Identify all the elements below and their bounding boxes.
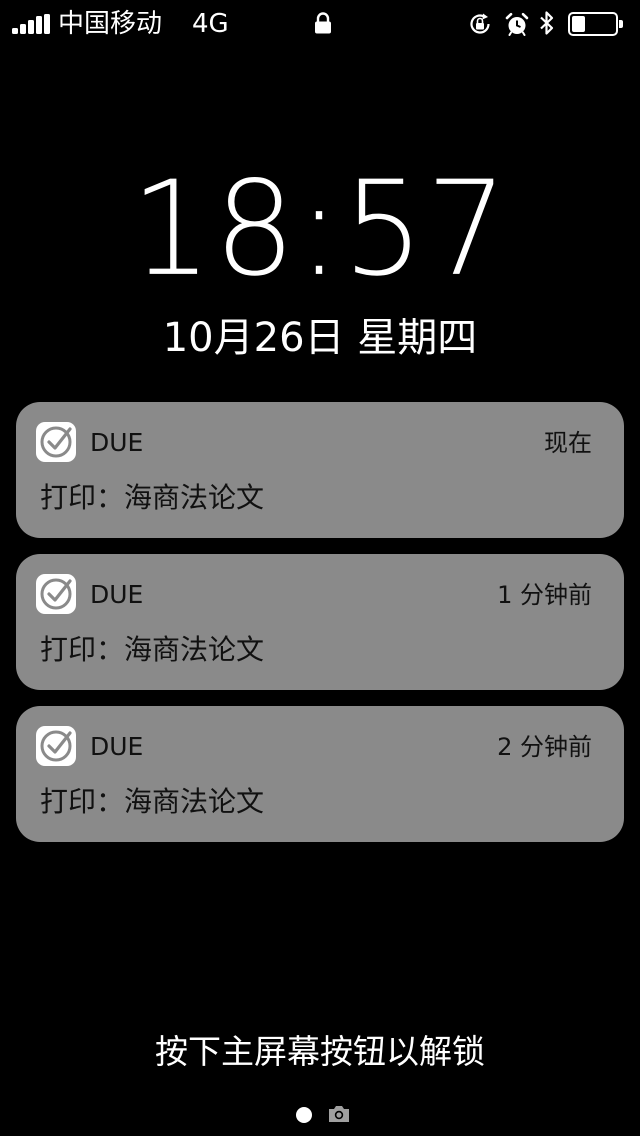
due-checkmark-icon [36,726,76,766]
rotation-lock-icon [470,13,490,34]
battery-icon [568,12,624,36]
notification-app-name: DUE [90,580,144,609]
due-checkmark-icon [36,574,76,614]
carrier-name: 中国移动 [58,9,163,39]
signal-strength-icon [12,14,52,34]
lock-screen-date: 10月26日 星期四 [162,315,478,361]
notification-card[interactable]: DUE 2 分钟前 打印：海商法论文 [16,706,624,842]
status-bar: 中国移动 4G [0,0,640,48]
alarm-icon [505,12,529,36]
bluetooth-icon [540,11,554,35]
notification-body: 打印：海商法论文 [40,633,265,666]
lock-icon [315,12,331,34]
camera-icon[interactable] [327,1104,351,1124]
notification-card[interactable]: DUE 现在 打印：海商法论文 [16,402,624,538]
unlock-hint: 按下主屏幕按钮以解锁 [155,1032,485,1071]
notification-body: 打印：海商法论文 [40,481,265,514]
due-checkmark-icon [36,422,76,462]
notification-time: 1 分钟前 [497,581,592,609]
notification-app-name: DUE [90,428,144,457]
notification-app-name: DUE [90,732,144,761]
network-type: 4G [192,9,229,39]
notification-time: 现在 [544,429,592,457]
notification-time: 2 分钟前 [497,733,592,761]
notification-body: 打印：海商法论文 [40,785,265,818]
notification-card[interactable]: DUE 1 分钟前 打印：海商法论文 [16,554,624,690]
lock-screen-time: 18:57 [130,153,510,306]
page-indicator-dot[interactable] [296,1107,312,1123]
notification-list: DUE 现在 打印：海商法论文 DUE 1 分钟前 打印：海商法论文 DUE 2… [16,402,624,858]
